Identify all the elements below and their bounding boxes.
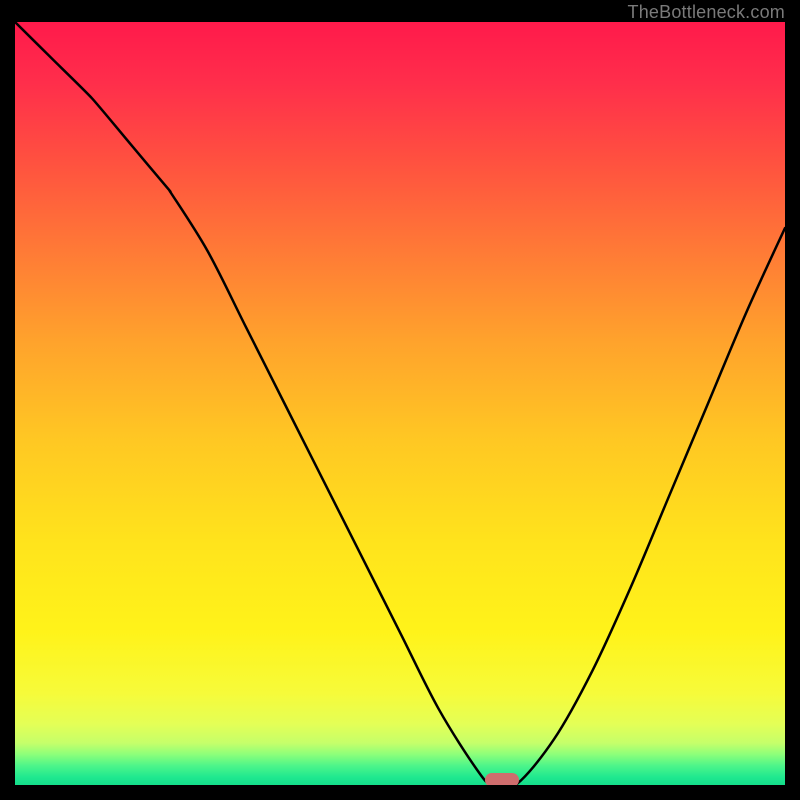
attribution-text: TheBottleneck.com xyxy=(628,2,785,23)
bottleneck-curve xyxy=(15,22,785,785)
plot-area xyxy=(15,22,785,785)
chart-frame: TheBottleneck.com xyxy=(0,0,800,800)
